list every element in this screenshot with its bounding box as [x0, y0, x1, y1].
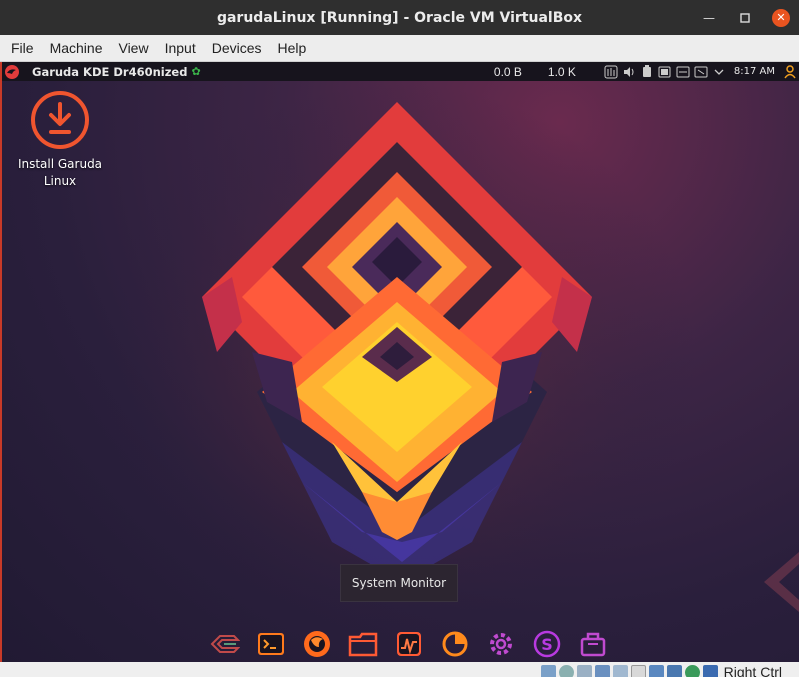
optical-drive-icon[interactable] [558, 665, 574, 677]
chevron-down-icon[interactable] [710, 62, 728, 81]
recording-icon[interactable] [666, 665, 682, 677]
window-controls: — ✕ [691, 0, 799, 35]
menu-machine[interactable]: Machine [42, 35, 111, 62]
usb-icon[interactable] [612, 665, 628, 677]
window-title: garudaLinux [Running] - Oracle VM Virtua… [216, 9, 583, 26]
menu-view[interactable]: View [110, 35, 156, 62]
clipboard-icon[interactable] [638, 62, 656, 81]
garuda-logo-icon[interactable] [202, 624, 248, 662]
menubar: File Machine View Input Devices Help [0, 35, 799, 62]
network-adapter-icon[interactable] [594, 665, 610, 677]
network-icon[interactable] [692, 62, 710, 81]
host-key-label[interactable]: Right Ctrl [724, 664, 782, 677]
dock: S [202, 624, 616, 662]
maximize-icon[interactable] [727, 0, 763, 35]
settings-gear-icon[interactable] [478, 624, 524, 662]
net-upload-rate: 1.0 K [547, 64, 576, 79]
keyboard-capture-icon[interactable] [702, 665, 718, 677]
menu-help[interactable]: Help [270, 35, 315, 62]
battery-icon[interactable] [656, 62, 674, 81]
menu-devices[interactable]: Devices [204, 35, 270, 62]
firefox-icon[interactable] [294, 624, 340, 662]
download-icon [31, 91, 89, 149]
vm-status-bar: Right Ctrl [0, 662, 799, 677]
dock-tooltip: System Monitor [340, 564, 458, 602]
clock[interactable]: 8:17 AM [734, 66, 775, 77]
desktop-icon-label: Install Garuda Linux [17, 157, 103, 188]
setup-assistant-icon[interactable]: S [524, 624, 570, 662]
user-icon[interactable] [781, 62, 799, 81]
menu-file[interactable]: File [3, 35, 42, 62]
menu-input[interactable]: Input [157, 35, 204, 62]
guest-display[interactable]: Garuda KDE Dr460nized ✿ 0.0 B 1.0 K 8:17… [2, 62, 799, 662]
equalizer-icon[interactable] [602, 62, 620, 81]
dragon-icon: ✿ [191, 65, 201, 78]
folder-icon[interactable] [340, 624, 386, 662]
display-icon[interactable] [648, 665, 664, 677]
install-garuda-desktop-icon[interactable]: Install Garuda Linux [14, 90, 106, 190]
audio-icon[interactable] [576, 665, 592, 677]
shared-folders-icon[interactable] [630, 665, 646, 677]
close-icon[interactable]: ✕ [763, 0, 799, 35]
printer-icon[interactable] [674, 62, 692, 81]
net-download-rate: 0.0 B [493, 64, 522, 79]
hard-disk-icon[interactable] [540, 665, 556, 677]
disk-usage-icon[interactable] [432, 624, 478, 662]
terminal-icon[interactable] [248, 624, 294, 662]
guest-session-title: Garuda KDE Dr460nized [32, 64, 188, 79]
guest-top-panel: Garuda KDE Dr460nized ✿ 0.0 B 1.0 K 8:17… [2, 62, 799, 81]
volume-icon[interactable] [620, 62, 638, 81]
vm-device-icons [538, 662, 718, 677]
package-manager-icon[interactable] [570, 624, 616, 662]
mouse-integration-icon[interactable] [684, 665, 700, 677]
minimize-icon[interactable]: — [691, 0, 727, 35]
garuda-menu-icon[interactable] [4, 64, 20, 80]
svg-text:S: S [541, 635, 553, 654]
system-monitor-icon[interactable] [386, 624, 432, 662]
window-title-bar[interactable]: garudaLinux [Running] - Oracle VM Virtua… [0, 0, 799, 35]
guest-tray: 0.0 B 1.0 K 8:17 AM [494, 62, 799, 81]
